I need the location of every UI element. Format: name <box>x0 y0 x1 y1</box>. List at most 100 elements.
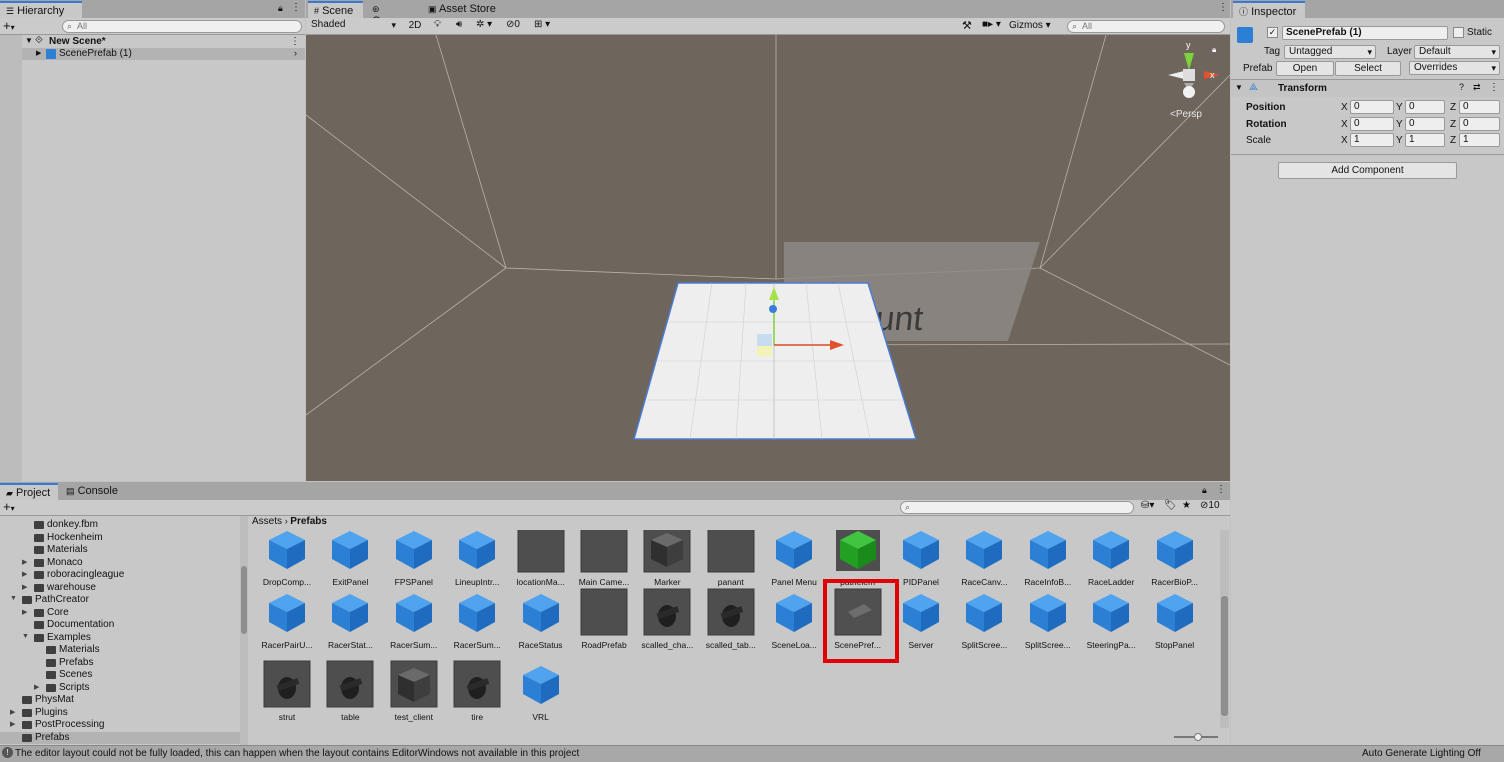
tab-hierarchy[interactable]: ☰ Hierarchy <box>0 1 82 18</box>
tab-project[interactable]: ▰ Project <box>0 483 58 500</box>
toggle-2d-button[interactable]: 2D <box>404 19 426 34</box>
asset-item[interactable]: RacerStat... <box>319 588 381 658</box>
tree-item[interactable]: ▼ PathCreator <box>0 594 240 607</box>
tree-item[interactable]: Scenes <box>0 669 240 682</box>
asset-item[interactable]: Server <box>890 588 952 658</box>
grid-scroll-thumb[interactable] <box>1221 596 1228 716</box>
tree-item[interactable]: PhysMat <box>0 694 240 707</box>
expand-arrow-icon[interactable]: ▼ <box>25 36 33 45</box>
asset-item[interactable]: scalled_tab... <box>700 588 762 658</box>
tab-console[interactable]: ▤ Console <box>60 483 124 500</box>
lock-icon[interactable]: 🔒︎ <box>1202 485 1207 496</box>
favorites-star-icon[interactable]: ★ <box>1182 500 1191 511</box>
project-search-input[interactable]: ⌕ <box>900 501 1134 514</box>
asset-item[interactable]: SteeringPa... <box>1080 588 1142 658</box>
position-y-field[interactable]: 0 <box>1405 100 1445 114</box>
create-add-button[interactable]: +▾ <box>3 499 15 514</box>
asset-item[interactable]: VRL <box>510 660 572 730</box>
tab-asset-store[interactable]: ▣ Asset Store <box>422 1 502 18</box>
scene-search-input[interactable]: ⌕ All <box>1067 20 1225 33</box>
scene-viewport[interactable]: Log Count y <box>306 35 1230 481</box>
asset-item[interactable]: strut <box>256 660 318 730</box>
expand-arrow-icon[interactable]: ▼ <box>22 633 29 640</box>
asset-item[interactable]: RacerBioP... <box>1144 530 1206 595</box>
prefab-overrides-dropdown[interactable]: Overrides <box>1409 61 1500 75</box>
expand-arrow-icon[interactable]: ▶ <box>36 49 41 57</box>
lock-icon[interactable]: 🔒︎ <box>278 3 283 14</box>
auto-lighting-status[interactable]: Auto Generate Lighting Off <box>1362 748 1481 759</box>
prefab-select-button[interactable]: Select <box>1335 61 1401 76</box>
collapse-arrow-icon[interactable]: ▶ <box>22 570 27 578</box>
more-menu-icon[interactable]: ⋮ <box>291 2 301 13</box>
effects-dropdown-icon[interactable]: ✲ ▾ <box>476 19 492 30</box>
hidden-packages-icon[interactable]: ⊘10 <box>1200 500 1220 511</box>
asset-item[interactable]: PIDPanel <box>890 530 952 595</box>
position-z-field[interactable]: 0 <box>1459 100 1500 114</box>
asset-item[interactable]: RaceInfoB... <box>1017 530 1079 595</box>
status-message[interactable]: The editor layout could not be fully loa… <box>15 748 579 759</box>
asset-item[interactable]: SplitScree... <box>1017 588 1079 658</box>
rotation-y-field[interactable]: 0 <box>1405 117 1445 131</box>
tree-scrollbar[interactable] <box>240 516 248 745</box>
tree-item[interactable]: Materials <box>0 644 240 657</box>
open-prefab-chevron-icon[interactable]: › <box>294 48 297 58</box>
tree-item[interactable]: Materials <box>0 544 240 557</box>
prefab-open-button[interactable]: Open <box>1276 61 1334 76</box>
asset-item[interactable]: StopPanel <box>1144 588 1206 658</box>
scene-menu-icon[interactable]: ⋮ <box>290 36 300 47</box>
tab-scene[interactable]: # Scene <box>308 1 363 18</box>
camera-icon[interactable]: ■▸ ▾ <box>982 19 1001 30</box>
asset-item[interactable]: locationMa... <box>510 530 572 595</box>
asset-item[interactable]: RaceStatus <box>510 588 572 658</box>
asset-item[interactable]: RaceCanv... <box>953 530 1015 595</box>
zoom-slider-handle[interactable] <box>1194 733 1202 741</box>
tab-game[interactable]: ⊛ Game <box>366 1 416 27</box>
lock-icon[interactable]: 🔒︎ <box>1212 45 1216 54</box>
grid-scrollbar[interactable] <box>1220 530 1229 728</box>
static-checkbox[interactable] <box>1453 27 1464 38</box>
expand-arrow-icon[interactable]: ▼ <box>1235 83 1243 92</box>
collapse-arrow-icon[interactable]: ▶ <box>22 558 27 566</box>
add-component-button[interactable]: Add Component <box>1278 162 1457 179</box>
expand-arrow-icon[interactable]: ▼ <box>10 595 17 602</box>
asset-item[interactable]: ExitPanel <box>319 530 381 595</box>
collapse-arrow-icon[interactable]: ▶ <box>22 583 27 591</box>
rotation-z-field[interactable]: 0 <box>1459 117 1500 131</box>
asset-item[interactable]: Main Came... <box>573 530 635 595</box>
tree-item[interactable]: ▶ roboracingleague <box>0 569 240 582</box>
layer-dropdown[interactable]: Default <box>1414 45 1500 59</box>
collapse-arrow-icon[interactable]: ▶ <box>22 608 27 616</box>
tree-item[interactable]: ▶ PostProcessing <box>0 719 240 732</box>
asset-item[interactable]: SceneLoa... <box>763 588 825 658</box>
asset-item[interactable]: Panel Menu <box>763 530 825 595</box>
breadcrumb-prefabs[interactable]: Prefabs <box>290 516 327 527</box>
scale-x-field[interactable]: 1 <box>1350 133 1394 147</box>
shading-mode-dropdown[interactable]: Shaded <box>307 19 399 33</box>
asset-item[interactable]: RacerPairU... <box>256 588 318 658</box>
scene-row[interactable]: ▼ ⟐ New Scene* ⋮ <box>22 35 305 48</box>
active-checkbox[interactable]: ✓ <box>1267 27 1278 38</box>
hidden-objects-icon[interactable]: ⊘0 <box>506 19 520 30</box>
lighting-toggle-icon[interactable]: 💡︎ <box>434 19 441 30</box>
tree-item[interactable]: ▼ Examples <box>0 632 240 645</box>
search-by-type-icon[interactable]: ⛁▾ <box>1141 500 1154 511</box>
collapse-arrow-icon[interactable]: ▶ <box>10 720 15 728</box>
asset-item[interactable]: RaceLadder <box>1080 530 1142 595</box>
asset-item[interactable]: LineupIntr... <box>446 530 508 595</box>
preset-icon[interactable]: ⇄ <box>1473 82 1481 93</box>
tree-item[interactable]: donkey.fbm <box>0 519 240 532</box>
more-menu-icon[interactable]: ⋮ <box>1216 484 1226 495</box>
rotation-x-field[interactable]: 0 <box>1350 117 1394 131</box>
tab-inspector[interactable]: ⓘ Inspector <box>1233 1 1305 18</box>
asset-item[interactable]: scalled_cha... <box>636 588 698 658</box>
hierarchy-item[interactable]: ▶ ScenePrefab (1) › <box>22 48 305 60</box>
tag-dropdown[interactable]: Untagged <box>1284 45 1376 59</box>
asset-item[interactable]: Marker <box>636 530 698 595</box>
tree-item[interactable]: Prefabs <box>0 657 240 670</box>
tree-item[interactable]: ▶ Monaco <box>0 557 240 570</box>
asset-item[interactable]: ScenePref... <box>822 579 899 663</box>
gizmos-dropdown[interactable]: Gizmos ▾ <box>1009 20 1051 31</box>
asset-item[interactable]: DropComp... <box>256 530 318 595</box>
position-x-field[interactable]: 0 <box>1350 100 1394 114</box>
scale-z-field[interactable]: 1 <box>1459 133 1500 147</box>
